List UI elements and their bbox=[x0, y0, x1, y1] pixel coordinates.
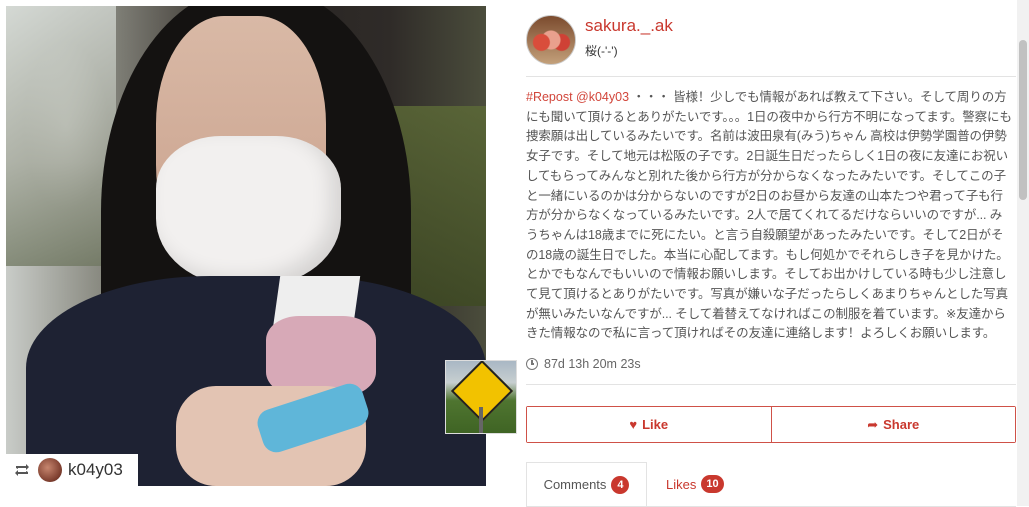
post-username[interactable]: sakura._.ak bbox=[585, 16, 673, 36]
thumbnail-image[interactable] bbox=[445, 360, 517, 434]
repost-username[interactable]: k04y03 bbox=[68, 460, 123, 480]
tab-likes[interactable]: Likes 10 bbox=[666, 462, 724, 506]
user-avatar[interactable] bbox=[526, 15, 576, 65]
repost-attribution[interactable]: k04y03 bbox=[6, 454, 138, 486]
share-label: Share bbox=[883, 417, 920, 432]
caption-text: ・・・ 皆様！少しでも情報があれば教えて下さい。そして周りの方にも聞いて頂けると… bbox=[526, 90, 1012, 341]
post-tabs: Comments 4 Likes 10 bbox=[526, 462, 1016, 507]
repost-user-avatar[interactable] bbox=[38, 458, 62, 482]
scrollbar-thumb[interactable] bbox=[1019, 40, 1027, 200]
timer-divider bbox=[526, 384, 1016, 385]
likes-count-badge: 10 bbox=[701, 475, 724, 493]
repost-icon bbox=[12, 460, 32, 480]
heart-icon: ♥ bbox=[629, 417, 638, 432]
like-button[interactable]: ♥ Like bbox=[527, 407, 771, 442]
tab-comments[interactable]: Comments 4 bbox=[526, 462, 647, 506]
repost-hashtag-link[interactable]: #Repost @k04y03 bbox=[526, 90, 629, 104]
post-timer: 87d 13h 20m 23s bbox=[526, 357, 641, 371]
post-fullname: 桜(-'-') bbox=[585, 44, 618, 58]
tab-comments-label: Comments bbox=[543, 477, 607, 492]
post-detail-panel: sakura._.ak 桜(-'-') #Repost @k04y03 ・・・ … bbox=[517, 0, 1029, 507]
post-caption: #Repost @k04y03 ・・・ 皆様！少しでも情報があれば教えて下さい。… bbox=[526, 88, 1014, 344]
post-photo[interactable] bbox=[6, 6, 486, 486]
clock-icon bbox=[526, 358, 538, 370]
share-button[interactable]: ➦ Share bbox=[770, 407, 1015, 442]
photo-face-mask bbox=[156, 136, 341, 286]
share-icon: ➦ bbox=[867, 416, 879, 432]
page-scrollbar[interactable] bbox=[1017, 0, 1029, 506]
photo-ribbon-bow bbox=[266, 316, 376, 396]
photo-window-bg bbox=[6, 6, 116, 266]
header-divider bbox=[526, 76, 1016, 77]
sign-post bbox=[479, 407, 483, 433]
comments-count-badge: 4 bbox=[611, 475, 630, 494]
like-label: Like bbox=[642, 417, 669, 432]
timer-text: 87d 13h 20m 23s bbox=[544, 357, 641, 371]
tab-likes-label: Likes bbox=[666, 476, 697, 492]
post-actions: ♥ Like ➦ Share bbox=[526, 406, 1016, 443]
